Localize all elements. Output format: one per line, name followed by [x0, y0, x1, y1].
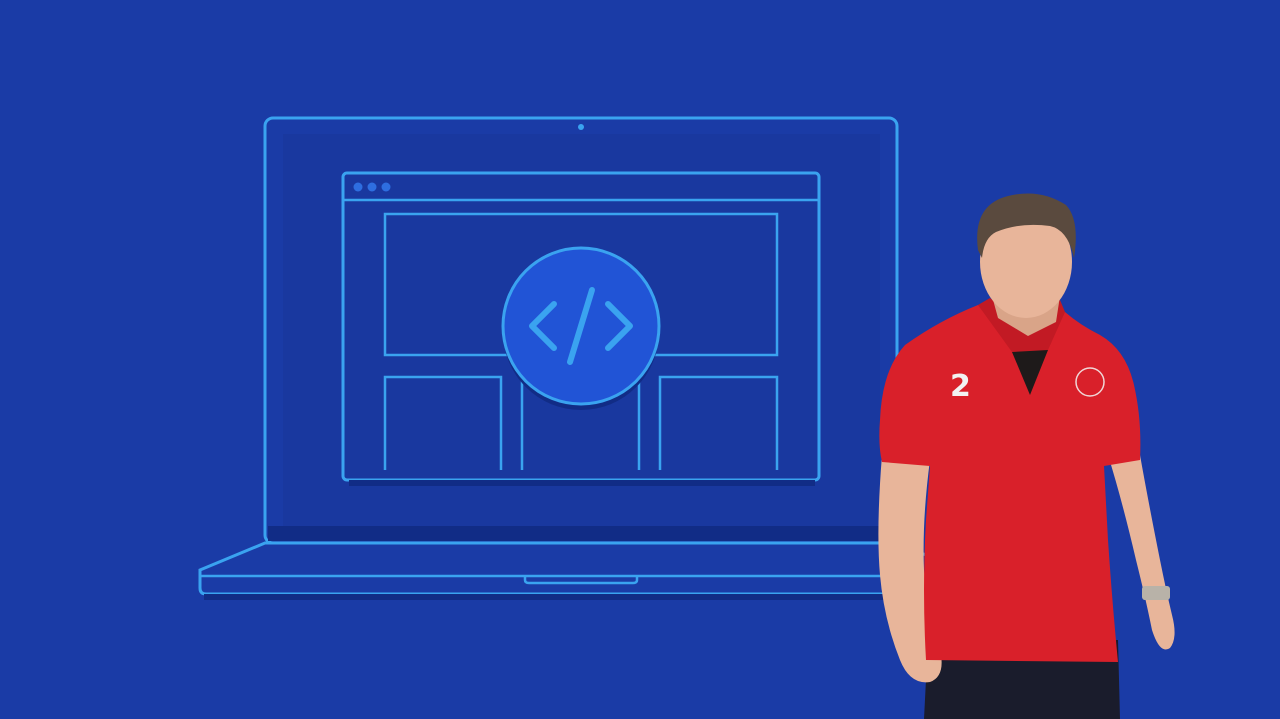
camera-dot	[578, 124, 584, 130]
person-watch	[1142, 586, 1170, 600]
shirt-emblem-number: 2	[950, 369, 971, 404]
laptop-illustration	[198, 116, 964, 600]
window-dot-3	[381, 182, 391, 192]
illustration: 2	[198, 116, 1175, 719]
window-dot-2	[367, 182, 377, 192]
laptop-base	[198, 541, 964, 596]
canvas: 2	[0, 0, 1280, 719]
laptop-base-shadow	[204, 594, 958, 600]
window-dot-1	[353, 182, 363, 192]
laptop-bezel	[268, 526, 894, 541]
person-photo: 2	[878, 193, 1175, 719]
browser-shadow	[349, 480, 815, 486]
person-arm-right	[1108, 455, 1175, 650]
